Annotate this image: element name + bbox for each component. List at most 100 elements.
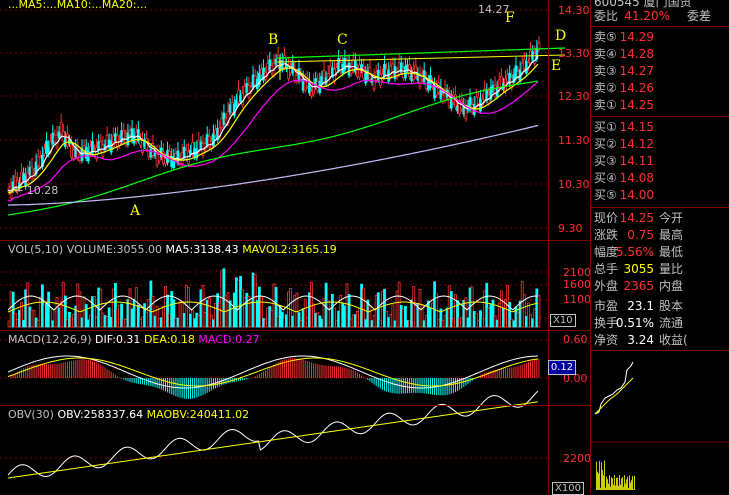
- dea-line: [7, 357, 538, 387]
- intraday-volume-bar: [616, 477, 617, 490]
- sell-level-price: 14.25: [619, 98, 654, 112]
- vol-volume: VOLUME:3055.00: [66, 243, 162, 256]
- macd-value-box: 0.12: [548, 360, 576, 375]
- ma20-line: [7, 79, 539, 202]
- macd-title: MACD(12,26,9): [8, 333, 92, 346]
- buy-level-price: 14.08: [619, 171, 654, 185]
- candlestick[interactable]: [212, 124, 215, 149]
- stat-label: 净资: [594, 333, 619, 347]
- stat-value: 3.24: [627, 333, 654, 347]
- intraday-volume-bar: [619, 475, 620, 490]
- sell-level-label: 卖①: [594, 98, 617, 112]
- sell-level-2[interactable]: 卖② 14.26: [591, 80, 729, 97]
- stat-label2: 最高: [659, 228, 684, 242]
- intraday-volume-bar: [631, 480, 632, 490]
- sell-level-1[interactable]: 卖① 14.25: [591, 97, 729, 114]
- stat-row-5: 市盈 23.1 股本: [591, 298, 729, 315]
- stat-row-0: 现价 14.25 今开: [591, 210, 729, 227]
- candlestick[interactable]: [262, 59, 265, 84]
- sell-level-label: 卖⑤: [594, 30, 617, 44]
- intraday-volume-bar: [617, 477, 618, 490]
- buy-level-price: 14.15: [619, 120, 654, 134]
- vol-ma5: MA5:3138.43: [165, 243, 239, 256]
- intraday-volume-bar: [604, 460, 605, 490]
- intraday-volume-bar: [627, 476, 628, 490]
- intraday-volume-bar: [615, 485, 616, 490]
- sell-level-label: 卖②: [594, 81, 617, 95]
- sell-level-label: 卖③: [594, 64, 617, 78]
- sell-level-price: 14.29: [619, 30, 654, 44]
- buy-level-price: 14.11: [619, 154, 654, 168]
- stat-row-3: 总手 3055 量比: [591, 261, 729, 278]
- stat-value: 23.1: [627, 299, 654, 313]
- intraday-volume-bar: [623, 486, 624, 490]
- label-b: B: [268, 32, 279, 48]
- intraday-volume-bar: [602, 469, 603, 490]
- buy-level-label: 买①: [594, 120, 617, 134]
- obv-line: [7, 390, 539, 478]
- weicha-label: 委差: [687, 9, 712, 23]
- intraday-volume-bar: [629, 475, 630, 490]
- buy-level-5[interactable]: 买⑤ 14.00: [591, 187, 729, 204]
- label-a: A: [130, 203, 141, 219]
- vol-header: VOL(5,10) VOLUME:3055.00 MA5:3138.43 MAV…: [8, 243, 337, 256]
- candlestick[interactable]: [126, 124, 130, 148]
- candlestick[interactable]: [222, 104, 226, 128]
- intraday-volume-bar: [618, 485, 619, 490]
- volume-bar: [537, 294, 541, 328]
- price-axis-label: 12.30: [558, 90, 590, 103]
- stat-label2: 收益(: [659, 333, 688, 347]
- obv-header: OBV(30) OBV:258337.64 MAOBV:240411.02: [8, 408, 249, 421]
- sell-level-price: 14.26: [619, 81, 654, 95]
- weibi-value: 41.20%: [624, 9, 670, 23]
- stat-value: 0.75: [627, 228, 654, 242]
- stat-value: 14.25: [619, 211, 654, 225]
- sell-level-price: 14.28: [619, 47, 654, 61]
- candlestick[interactable]: [187, 143, 190, 167]
- stat-label: 幅度: [594, 245, 619, 259]
- weibi-label: 委比: [594, 9, 619, 23]
- sell-level-price: 14.27: [619, 64, 654, 78]
- buy-level-3[interactable]: 买③ 14.11: [591, 153, 729, 170]
- low-price-label: ← 10.28: [14, 184, 59, 197]
- vol-unit-badge: X10: [550, 314, 576, 327]
- price-axis-label: 9.30: [558, 222, 583, 235]
- intraday-volume-bar: [625, 483, 626, 490]
- stat-row-6: 换手 0.51% 流通: [591, 315, 729, 332]
- stat-row-2: 幅度 5.56% 最低: [591, 244, 729, 261]
- ma120-line: [8, 124, 539, 206]
- candlestick[interactable]: [393, 57, 397, 82]
- stat-label2: 股本: [659, 299, 684, 313]
- ma10-line: [7, 63, 539, 194]
- intraday-volume-bar: [603, 475, 604, 490]
- sell-level-3[interactable]: 卖③ 14.27: [591, 63, 729, 80]
- stat-row-7: 净资 3.24 收益(: [591, 332, 729, 349]
- vol-axis-1100: 1100: [563, 293, 591, 306]
- buy-level-1[interactable]: 买① 14.15: [591, 119, 729, 136]
- buy-level-4[interactable]: 买④ 14.08: [591, 170, 729, 187]
- intraday-volume-bar: [607, 479, 608, 490]
- stat-label2: 最低: [659, 245, 684, 259]
- main-indicator-header: ...MA5:...MA10:...MA20:...: [8, 0, 148, 11]
- sell-level-5[interactable]: 卖⑤ 14.29: [591, 29, 729, 46]
- maobv-value: MAOBV:240411.02: [146, 408, 250, 421]
- intraday-volume-bar: [608, 483, 609, 490]
- stat-label2: 量比: [659, 262, 684, 276]
- stat-row-4: 外盘 2365 内盘: [591, 278, 729, 295]
- sell-level-4[interactable]: 卖④ 14.28: [591, 46, 729, 63]
- vol-mavol2: MAVOL2:3165.19: [242, 243, 337, 256]
- intraday-volume-bar: [605, 487, 606, 490]
- intraday-volume-bar: [621, 478, 622, 490]
- buy-level-2[interactable]: 买② 14.12: [591, 136, 729, 153]
- buy-level-label: 买⑤: [594, 188, 617, 202]
- buy-level-label: 买④: [594, 171, 617, 185]
- intraday-volume-bar: [622, 477, 623, 490]
- candlestick[interactable]: [55, 126, 59, 151]
- high-price-label: 14.27: [478, 3, 510, 16]
- macd-header: MACD(12,26,9) DIF:0.31 DEA:0.18 MACD:0.2…: [8, 333, 260, 346]
- intraday-mini-chart[interactable]: [591, 352, 729, 494]
- intraday-volume-bar: [598, 473, 599, 490]
- stat-label: 涨跌: [594, 228, 619, 242]
- price-axis-label: 13.30: [558, 47, 590, 60]
- intraday-volume-bar: [614, 475, 615, 490]
